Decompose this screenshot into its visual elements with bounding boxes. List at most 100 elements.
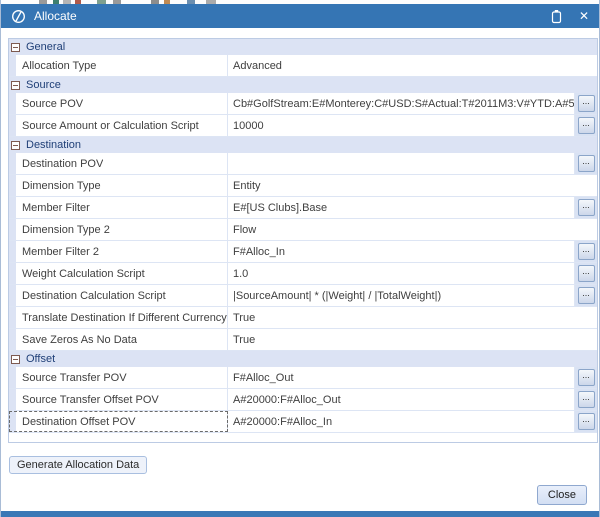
row-label-cell: Allocation Type bbox=[9, 55, 228, 76]
ellipsis-button[interactable]: ... bbox=[578, 117, 595, 134]
row-value[interactable]: 10000 bbox=[228, 115, 574, 136]
ellipsis-cell: ... bbox=[574, 411, 597, 432]
row-value[interactable]: Entity bbox=[228, 175, 597, 196]
row-value[interactable]: E#[US Clubs].Base bbox=[228, 197, 574, 218]
indent-gutter bbox=[9, 285, 16, 306]
row-value[interactable]: True bbox=[228, 329, 597, 350]
indent-gutter bbox=[9, 55, 16, 76]
row-label: Allocation Type bbox=[22, 60, 96, 72]
section-header-general[interactable]: General bbox=[9, 39, 597, 55]
allocate-dialog: Allocate ✕ General Allocation Type Advance… bbox=[0, 0, 600, 517]
row-label-cell: Member Filter bbox=[9, 197, 228, 218]
row-label-cell: Weight Calculation Script bbox=[9, 263, 228, 284]
row-label-cell: Source Amount or Calculation Script bbox=[9, 115, 228, 136]
section-header-destination[interactable]: Destination bbox=[9, 137, 597, 153]
indent-gutter bbox=[9, 241, 16, 262]
row-label-cell: Source Transfer Offset POV bbox=[9, 389, 228, 410]
property-row-save-zeros-as-no-data[interactable]: Save Zeros As No DataTrue bbox=[9, 329, 597, 351]
ellipsis-button[interactable]: ... bbox=[578, 243, 595, 260]
indent-gutter bbox=[9, 367, 16, 388]
ellipsis-button[interactable]: ... bbox=[578, 199, 595, 216]
property-row-destination-offset-pov[interactable]: Destination Offset POV A#20000:F#Alloc_In… bbox=[9, 411, 597, 433]
row-label-cell: Translate Destination If Different Curre… bbox=[9, 307, 228, 328]
row-label-cell: Save Zeros As No Data bbox=[9, 329, 228, 350]
dialog-bottom-border bbox=[1, 511, 599, 517]
row-value[interactable]: 1.0 bbox=[228, 263, 574, 284]
property-row-translate-destination-if-different-currency[interactable]: Translate Destination If Different Curre… bbox=[9, 307, 597, 329]
property-row-dimension-type-2[interactable]: Dimension Type 2 Flow bbox=[9, 219, 597, 241]
row-label: Source POV bbox=[22, 98, 83, 110]
row-value[interactable]: |SourceAmount| * (|Weight| / |TotalWeigh… bbox=[228, 285, 574, 306]
row-value[interactable]: True bbox=[228, 307, 597, 328]
ellipsis-cell: ... bbox=[574, 153, 597, 174]
ellipsis-button[interactable]: ... bbox=[578, 287, 595, 304]
section-header-source[interactable]: Source bbox=[9, 77, 597, 93]
ellipsis-cell: ... bbox=[574, 241, 597, 262]
property-row-source-pov[interactable]: Source POV Cb#GolfStream:E#Monterey:C#USD… bbox=[9, 93, 597, 115]
section-header-offset[interactable]: Offset bbox=[9, 351, 597, 367]
row-value[interactable] bbox=[228, 153, 574, 174]
row-label: Destination Offset POV bbox=[22, 416, 136, 428]
ellipsis-button[interactable]: ... bbox=[578, 95, 595, 112]
indent-gutter bbox=[9, 115, 16, 136]
row-value[interactable]: A#20000:F#Alloc_Out bbox=[228, 389, 574, 410]
dialog-title: Allocate bbox=[34, 9, 550, 23]
row-label: Member Filter bbox=[22, 202, 90, 214]
collapse-icon[interactable] bbox=[11, 43, 20, 52]
row-label-cell: Destination POV bbox=[9, 153, 228, 174]
indent-gutter bbox=[9, 197, 16, 218]
row-label: Source Transfer POV bbox=[22, 372, 127, 384]
row-value[interactable]: A#20000:F#Alloc_In bbox=[228, 411, 574, 432]
ellipsis-button[interactable]: ... bbox=[578, 391, 595, 408]
row-label-cell: Destination Offset POV bbox=[9, 411, 228, 432]
ellipsis-button[interactable]: ... bbox=[578, 155, 595, 172]
ellipsis-cell: ... bbox=[574, 389, 597, 410]
property-row-destination-calculation-script[interactable]: Destination Calculation Script |SourceAmo… bbox=[9, 285, 597, 307]
property-row-allocation-type[interactable]: Allocation Type Advanced bbox=[9, 55, 597, 77]
close-icon[interactable]: ✕ bbox=[579, 10, 589, 22]
indent-gutter bbox=[9, 263, 16, 284]
property-row-source-amount-or-calculation-script[interactable]: Source Amount or Calculation Script 10000… bbox=[9, 115, 597, 137]
popout-icon[interactable] bbox=[550, 9, 563, 24]
row-value[interactable]: F#Alloc_Out bbox=[228, 367, 574, 388]
ellipsis-button[interactable]: ... bbox=[578, 413, 595, 430]
row-label-cell: Dimension Type 2 bbox=[9, 219, 228, 240]
generate-allocation-data-button[interactable]: Generate Allocation Data bbox=[9, 456, 147, 474]
indent-gutter bbox=[9, 307, 16, 328]
ellipsis-button[interactable]: ... bbox=[578, 369, 595, 386]
row-value[interactable]: F#Alloc_In bbox=[228, 241, 574, 262]
property-row-dimension-type[interactable]: Dimension Type Entity bbox=[9, 175, 597, 197]
row-label: Source Transfer Offset POV bbox=[22, 394, 159, 406]
row-label: Dimension Type bbox=[22, 180, 101, 192]
property-row-source-transfer-pov[interactable]: Source Transfer POV F#Alloc_Out... bbox=[9, 367, 597, 389]
ellipsis-cell: ... bbox=[574, 115, 597, 136]
row-label: Translate Destination If Different Curre… bbox=[22, 312, 227, 324]
indent-gutter bbox=[9, 175, 16, 196]
close-button[interactable]: Close bbox=[537, 485, 587, 505]
ellipsis-cell: ... bbox=[574, 197, 597, 218]
row-label: Source Amount or Calculation Script bbox=[22, 120, 199, 132]
row-label: Destination Calculation Script bbox=[22, 290, 166, 302]
indent-gutter bbox=[9, 389, 16, 410]
row-label-cell: Destination Calculation Script bbox=[9, 285, 228, 306]
property-row-destination-pov[interactable]: Destination POV... bbox=[9, 153, 597, 175]
property-row-member-filter[interactable]: Member Filter E#[US Clubs].Base... bbox=[9, 197, 597, 219]
property-row-source-transfer-offset-pov[interactable]: Source Transfer Offset POV A#20000:F#Allo… bbox=[9, 389, 597, 411]
section-label: Offset bbox=[26, 353, 55, 365]
row-value[interactable]: Advanced bbox=[228, 55, 597, 76]
row-label-cell: Member Filter 2 bbox=[9, 241, 228, 262]
ellipsis-button[interactable]: ... bbox=[578, 265, 595, 282]
row-label: Dimension Type 2 bbox=[22, 224, 110, 236]
collapse-icon[interactable] bbox=[11, 81, 20, 90]
property-row-weight-calculation-script[interactable]: Weight Calculation Script 1.0... bbox=[9, 263, 597, 285]
property-row-member-filter-2[interactable]: Member Filter 2F#Alloc_In... bbox=[9, 241, 597, 263]
ellipsis-cell: ... bbox=[574, 285, 597, 306]
collapse-icon[interactable] bbox=[11, 141, 20, 150]
collapse-icon[interactable] bbox=[11, 355, 20, 364]
indent-gutter bbox=[9, 329, 16, 350]
ellipsis-cell: ... bbox=[574, 367, 597, 388]
row-label-cell: Source Transfer POV bbox=[9, 367, 228, 388]
row-label: Weight Calculation Script bbox=[22, 268, 145, 280]
row-value[interactable]: Flow bbox=[228, 219, 597, 240]
row-value[interactable]: Cb#GolfStream:E#Monterey:C#USD:S#Actual:… bbox=[228, 93, 574, 114]
